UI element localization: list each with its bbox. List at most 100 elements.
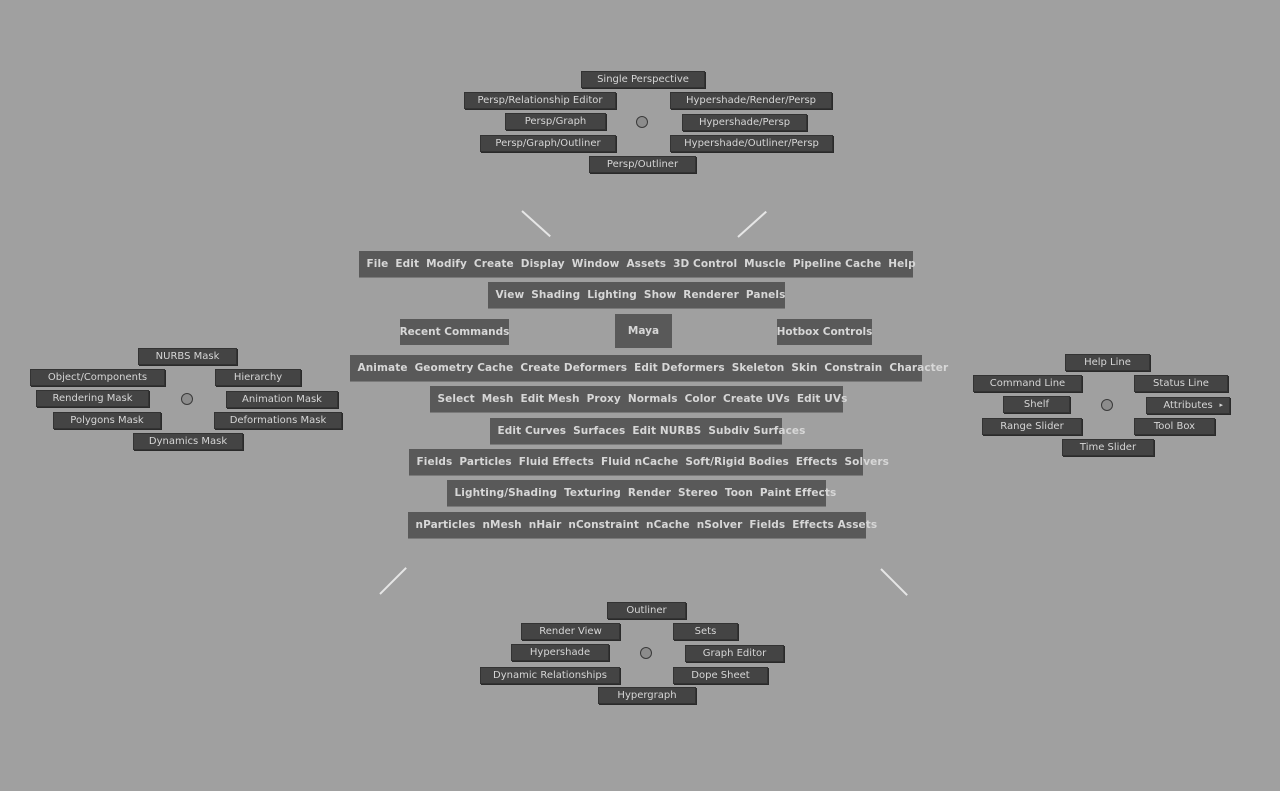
menu-item-animation-mask[interactable]: Animation Mask	[226, 391, 338, 408]
menu-item-tool-box[interactable]: Tool Box	[1134, 418, 1215, 435]
menu-item-nurbs-mask[interactable]: NURBS Mask	[138, 348, 237, 365]
hotbox-menu-subdiv-surfaces[interactable]: Subdiv Surfaces	[705, 425, 809, 437]
hotbox-menu-particles[interactable]: Particles	[456, 456, 515, 468]
hotbox-menu-ncache[interactable]: nCache	[643, 519, 694, 531]
hotbox-menu-edit-deformers[interactable]: Edit Deformers	[631, 362, 729, 374]
zone-divider-ne	[737, 210, 767, 238]
hotbox-menu-edit-nurbs[interactable]: Edit NURBS	[629, 425, 705, 437]
hotbox-menu-fluid-effects[interactable]: Fluid Effects	[515, 456, 597, 468]
hotbox-menu-muscle[interactable]: Muscle	[741, 258, 790, 270]
hotbox-menu-lighting-shading[interactable]: Lighting/Shading	[451, 487, 561, 499]
zone-divider-se	[880, 568, 908, 596]
menu-item-hierarchy[interactable]: Hierarchy	[215, 369, 301, 386]
hotbox-menu-stereo[interactable]: Stereo	[675, 487, 722, 499]
menu-item-rendering-mask[interactable]: Rendering Mask	[36, 390, 149, 407]
hotbox-menu-edit-curves[interactable]: Edit Curves	[494, 425, 570, 437]
hotbox-menu-normals[interactable]: Normals	[624, 393, 681, 405]
hotbox-menu-soft-rigid-bodies[interactable]: Soft/Rigid Bodies	[682, 456, 793, 468]
menu-item-render-view[interactable]: Render View	[521, 623, 620, 640]
menu-item-hypershade-persp[interactable]: Hypershade/Persp	[682, 114, 807, 131]
menu-item-hypershade-render-persp[interactable]: Hypershade/Render/Persp	[670, 92, 832, 109]
hotbox-menu-geometry-cache[interactable]: Geometry Cache	[411, 362, 517, 374]
menu-item-dope-sheet[interactable]: Dope Sheet	[673, 667, 768, 684]
hotbox-menu-create-deformers[interactable]: Create Deformers	[517, 362, 631, 374]
hotbox-menu-renderer[interactable]: Renderer	[680, 289, 743, 301]
hotbox-menu-effects[interactable]: Effects	[792, 456, 841, 468]
menu-item-hypershade-outliner-persp[interactable]: Hypershade/Outliner/Persp	[670, 135, 833, 152]
hotbox-menu-paint-effects[interactable]: Paint Effects	[756, 487, 839, 499]
hotbox-menu-fields-n[interactable]: Fields	[746, 519, 789, 531]
maya-center-zone[interactable]: Maya	[615, 314, 672, 348]
hotbox-menu-create-uvs[interactable]: Create UVs	[720, 393, 794, 405]
hotbox-menu-file[interactable]: File	[363, 258, 392, 270]
menu-item-hypershade[interactable]: Hypershade	[511, 644, 609, 661]
hotbox-menu-texturing[interactable]: Texturing	[561, 487, 625, 499]
hotbox-menu-nparticles[interactable]: nParticles	[412, 519, 479, 531]
hotbox-menu-skin[interactable]: Skin	[788, 362, 821, 374]
hotbox-row-polygon-menus: Select Mesh Edit Mesh Proxy Normals Colo…	[430, 386, 847, 412]
hotbox-menu-toon[interactable]: Toon	[721, 487, 756, 499]
hotbox-menu-modify[interactable]: Modify	[423, 258, 471, 270]
hotbox-menu-surfaces[interactable]: Surfaces	[570, 425, 629, 437]
hotbox-menu-3d-control[interactable]: 3D Control	[670, 258, 741, 270]
menu-item-help-line[interactable]: Help Line	[1065, 354, 1150, 371]
hotbox-menu-animate[interactable]: Animate	[354, 362, 411, 374]
hotbox-menu-color[interactable]: Color	[681, 393, 719, 405]
hotbox-menu-display[interactable]: Display	[517, 258, 568, 270]
hotbox-menu-show[interactable]: Show	[640, 289, 679, 301]
hotbox-menu-nmesh[interactable]: nMesh	[479, 519, 525, 531]
hotbox-controls-button[interactable]: Hotbox Controls	[777, 319, 872, 345]
menu-item-object-components[interactable]: Object/Components	[30, 369, 165, 386]
menu-item-persp-outliner[interactable]: Persp/Outliner	[589, 156, 696, 173]
hotbox-row-panel-menus: View Shading Lighting Show Renderer Pane…	[488, 282, 785, 308]
hotbox-menu-edit[interactable]: Edit	[392, 258, 423, 270]
menu-item-range-slider[interactable]: Range Slider	[982, 418, 1082, 435]
hotbox-menu-edit-uvs[interactable]: Edit UVs	[793, 393, 851, 405]
menu-item-deformations-mask[interactable]: Deformations Mask	[214, 412, 342, 429]
menu-item-shelf[interactable]: Shelf	[1003, 396, 1070, 413]
hotbox-menu-nsolver[interactable]: nSolver	[693, 519, 746, 531]
hotbox-menu-mesh[interactable]: Mesh	[478, 393, 517, 405]
hotbox-menu-pipeline-cache[interactable]: Pipeline Cache	[789, 258, 884, 270]
hotbox-menu-fields[interactable]: Fields	[413, 456, 456, 468]
menu-item-time-slider[interactable]: Time Slider	[1062, 439, 1154, 456]
menu-item-hypergraph[interactable]: Hypergraph	[598, 687, 696, 704]
hotbox-menu-help[interactable]: Help	[885, 258, 919, 270]
hotbox-menu-create[interactable]: Create	[470, 258, 517, 270]
menu-item-dynamic-relationships[interactable]: Dynamic Relationships	[480, 667, 620, 684]
hotbox-menu-proxy[interactable]: Proxy	[583, 393, 624, 405]
hotbox-menu-render[interactable]: Render	[624, 487, 674, 499]
hotbox-menu-constrain[interactable]: Constrain	[821, 362, 886, 374]
menu-item-graph-editor[interactable]: Graph Editor	[685, 645, 784, 662]
east-menu-center-dot	[1101, 399, 1113, 411]
menu-item-persp-graph[interactable]: Persp/Graph	[505, 113, 606, 130]
hotbox-menu-fluid-ncache[interactable]: Fluid nCache	[598, 456, 682, 468]
menu-item-polygons-mask[interactable]: Polygons Mask	[53, 412, 161, 429]
hotbox-menu-effects-assets[interactable]: Effects Assets	[789, 519, 881, 531]
hotbox-menu-shading[interactable]: Shading	[528, 289, 584, 301]
hotbox-menu-lighting[interactable]: Lighting	[584, 289, 641, 301]
hotbox-menu-select[interactable]: Select	[434, 393, 478, 405]
hotbox-menu-nconstraint[interactable]: nConstraint	[565, 519, 643, 531]
hotbox-row-ndynamics-menus: nParticles nMesh nHair nConstraint nCach…	[408, 512, 877, 538]
recent-commands-button[interactable]: Recent Commands	[400, 319, 509, 345]
hotbox-menu-solvers[interactable]: Solvers	[841, 456, 892, 468]
menu-item-command-line[interactable]: Command Line	[973, 375, 1082, 392]
hotbox-menu-window[interactable]: Window	[568, 258, 623, 270]
menu-item-status-line[interactable]: Status Line	[1134, 375, 1228, 392]
hotbox-menu-edit-mesh[interactable]: Edit Mesh	[517, 393, 583, 405]
hotbox-menu-character[interactable]: Character	[886, 362, 952, 374]
hotbox-menu-nhair[interactable]: nHair	[525, 519, 565, 531]
hotbox-menu-panels[interactable]: Panels	[742, 289, 789, 301]
submenu-arrow-icon: ▸	[1219, 401, 1223, 409]
menu-item-single-perspective[interactable]: Single Perspective	[581, 71, 705, 88]
menu-item-persp-relationship-editor[interactable]: Persp/Relationship Editor	[464, 92, 616, 109]
menu-item-dynamics-mask[interactable]: Dynamics Mask	[133, 433, 243, 450]
menu-item-outliner[interactable]: Outliner	[607, 602, 686, 619]
hotbox-menu-skeleton[interactable]: Skeleton	[728, 362, 788, 374]
menu-item-attributes[interactable]: Attributes ▸	[1146, 397, 1230, 414]
hotbox-menu-view[interactable]: View	[492, 289, 528, 301]
menu-item-sets[interactable]: Sets	[673, 623, 738, 640]
menu-item-persp-graph-outliner[interactable]: Persp/Graph/Outliner	[480, 135, 616, 152]
hotbox-menu-assets[interactable]: Assets	[623, 258, 670, 270]
